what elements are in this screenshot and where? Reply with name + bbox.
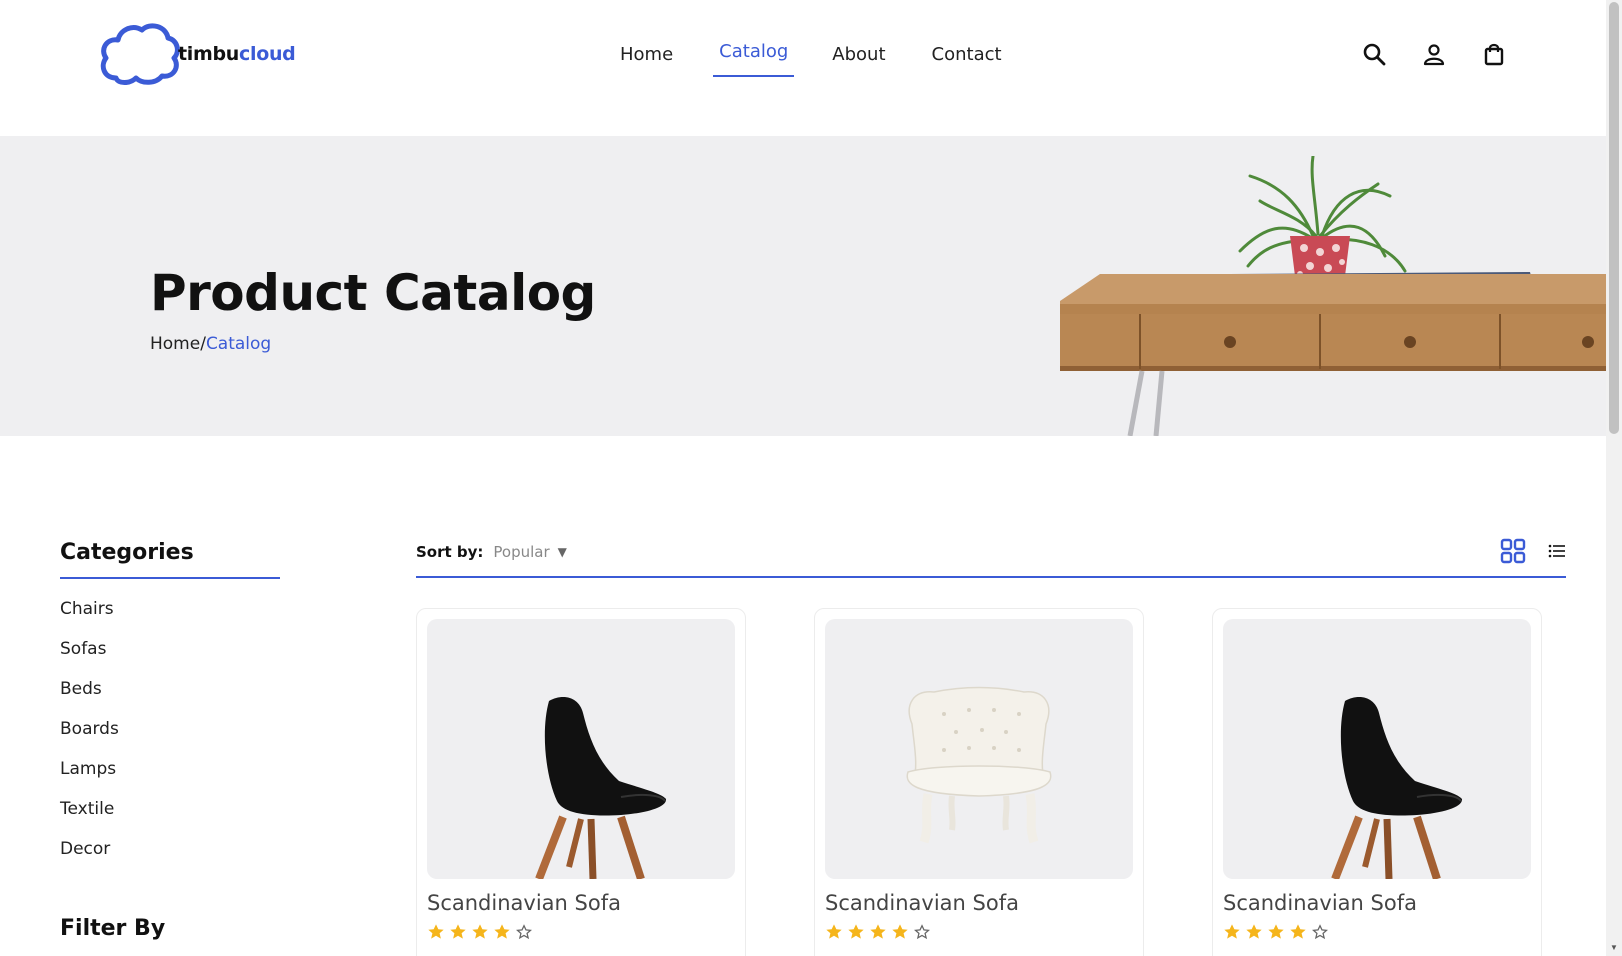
sort-label: Sort by: <box>416 543 484 561</box>
product-rating <box>1223 923 1531 941</box>
category-decor[interactable]: Decor <box>60 829 280 869</box>
star-filled-icon <box>1224 924 1240 939</box>
star-filled-icon <box>870 924 886 939</box>
categories-heading: Categories <box>60 540 280 579</box>
star-filled-icon <box>450 924 466 939</box>
scrollbar-thumb[interactable] <box>1609 2 1619 434</box>
category-textile[interactable]: Textile <box>60 789 280 829</box>
page-title: Product Catalog <box>150 264 596 322</box>
black-chair-image <box>535 697 667 879</box>
product-name[interactable]: Scandinavian Sofa <box>825 891 1133 915</box>
category-lamps[interactable]: Lamps <box>60 749 280 789</box>
list-view-icon[interactable] <box>1548 542 1566 560</box>
star-filled-icon <box>428 924 444 939</box>
site-header: timbucloud Home Catalog About Contact <box>0 0 1606 136</box>
grid-view-icon[interactable] <box>1500 538 1526 564</box>
shopping-bag-icon[interactable] <box>1480 40 1508 68</box>
star-filled-icon <box>848 924 864 939</box>
catalog-toolbar: Sort by: Popular ▼ <box>416 532 1566 578</box>
breadcrumb-current: Catalog <box>205 334 272 354</box>
star-filled-icon <box>1268 924 1284 939</box>
sort-control: Sort by: Popular ▼ <box>416 543 567 561</box>
breadcrumb-home[interactable]: Home <box>150 334 200 354</box>
product-image[interactable] <box>1223 619 1531 879</box>
user-icon[interactable] <box>1420 40 1448 68</box>
product-image[interactable] <box>427 619 735 879</box>
star-filled-icon <box>826 924 842 939</box>
star-filled-icon <box>1246 924 1262 939</box>
star-filled-icon <box>892 924 908 939</box>
star-filled-icon <box>1290 924 1306 939</box>
product-image[interactable] <box>825 619 1133 879</box>
star-empty-icon <box>914 924 930 940</box>
star-empty-icon <box>516 924 532 940</box>
brand-logo[interactable]: timbucloud <box>98 22 296 86</box>
filter-by-heading: Filter By <box>60 916 166 941</box>
search-icon[interactable] <box>1360 40 1388 68</box>
black-chair-image <box>1331 697 1463 879</box>
white-armchair-image <box>906 686 1052 844</box>
nav-catalog[interactable]: Catalog <box>713 41 795 77</box>
star-empty-icon <box>1312 924 1328 940</box>
star-filled-icon <box>472 924 488 939</box>
product-card[interactable]: Scandinavian Sofa <box>814 608 1144 956</box>
star-filled-icon <box>494 924 510 939</box>
product-rating <box>825 923 1133 941</box>
product-card[interactable]: Scandinavian Sofa <box>416 608 746 956</box>
nav-home[interactable]: Home <box>620 44 673 77</box>
category-sidebar: Categories Chairs Sofas Beds Boards Lamp… <box>60 540 280 869</box>
product-name[interactable]: Scandinavian Sofa <box>1223 891 1531 915</box>
product-grid: Scandinavian Sofa Scandinavian Sofa Scan… <box>416 608 1566 956</box>
product-rating <box>427 923 735 941</box>
scroll-down-arrow-icon[interactable]: ▼ <box>1610 943 1618 952</box>
cloud-logo-icon <box>100 23 180 85</box>
product-card[interactable]: Scandinavian Sofa <box>1212 608 1542 956</box>
brand-name: timbucloud <box>178 43 296 65</box>
main-nav: Home Catalog About Contact <box>620 41 1002 77</box>
hero-banner: Product Catalog Home/Catalog <box>0 136 1606 436</box>
nav-contact[interactable]: Contact <box>932 44 1002 77</box>
page-scrollbar[interactable]: ▼ <box>1606 0 1622 956</box>
product-name[interactable]: Scandinavian Sofa <box>427 891 735 915</box>
sort-dropdown[interactable]: Popular ▼ <box>493 543 566 561</box>
desk-with-plant-image <box>1060 156 1606 436</box>
caret-down-icon: ▼ <box>557 545 567 559</box>
category-boards[interactable]: Boards <box>60 709 280 749</box>
nav-about[interactable]: About <box>832 44 885 77</box>
category-list: Chairs Sofas Beds Boards Lamps Textile D… <box>60 589 280 869</box>
category-beds[interactable]: Beds <box>60 669 280 709</box>
header-actions <box>1360 40 1508 68</box>
category-sofas[interactable]: Sofas <box>60 629 280 669</box>
category-chairs[interactable]: Chairs <box>60 589 280 629</box>
breadcrumb: Home/Catalog <box>150 334 271 354</box>
sort-value: Popular <box>493 543 550 561</box>
